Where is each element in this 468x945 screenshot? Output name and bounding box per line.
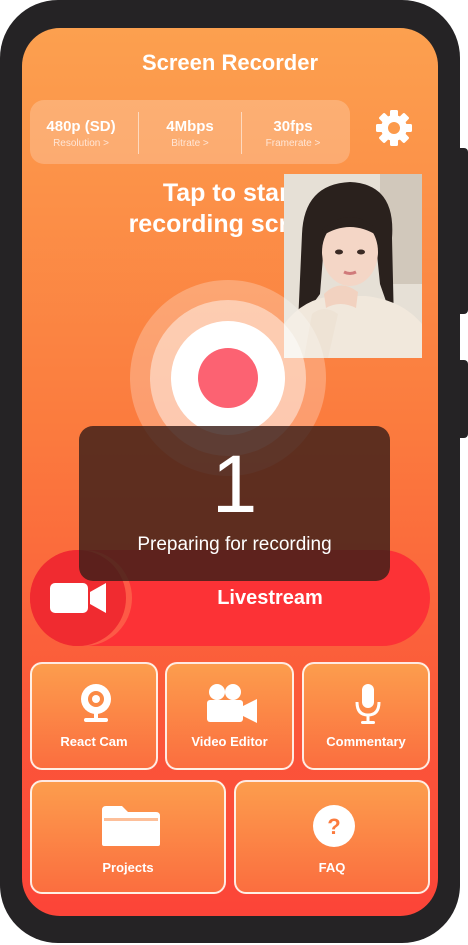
gear-icon[interactable] (374, 108, 414, 148)
app-screen: Screen Recorder 480p (SD) Resolution > 4… (22, 28, 438, 916)
phone-side-button (458, 148, 468, 314)
commentary-label: Commentary (326, 734, 406, 749)
bitrate-label: Bitrate > (171, 138, 209, 149)
webcam-icon (81, 684, 111, 722)
countdown-number: 1 (211, 439, 258, 530)
record-button[interactable] (198, 348, 258, 408)
react-cam-label: React Cam (60, 734, 128, 749)
video-editor-label: Video Editor (191, 734, 268, 749)
resolution-value: 480p (SD) (46, 118, 116, 135)
countdown-overlay: 1 Preparing for recording (79, 426, 390, 581)
svg-text:?: ? (327, 814, 340, 839)
framerate-setting[interactable]: 30fps Framerate > (242, 100, 344, 164)
react-cam-button[interactable]: React Cam (30, 662, 158, 770)
bitrate-setting[interactable]: 4Mbps Bitrate > (139, 100, 241, 164)
microphone-icon (355, 684, 381, 724)
faq-label: FAQ (318, 860, 346, 875)
projects-label: Projects (102, 860, 154, 875)
settings-bar: 480p (SD) Resolution > 4Mbps Bitrate > 3… (30, 100, 350, 164)
resolution-label: Resolution > (53, 138, 109, 149)
movie-camera-icon (207, 684, 257, 723)
question-icon: ? (313, 805, 355, 847)
countdown-message: Preparing for recording (137, 534, 332, 555)
projects-button[interactable]: Projects (30, 780, 226, 894)
faq-button[interactable]: ? FAQ (234, 780, 430, 894)
commentary-button[interactable]: Commentary (302, 662, 430, 770)
app-title: Screen Recorder (141, 50, 319, 75)
framerate-label: Framerate > (265, 138, 321, 149)
folder-icon (102, 806, 160, 846)
framerate-value: 30fps (273, 118, 313, 135)
bitrate-value: 4Mbps (166, 118, 214, 135)
video-editor-button[interactable]: Video Editor (165, 662, 294, 770)
phone-side-button (458, 360, 468, 438)
resolution-setting[interactable]: 480p (SD) Resolution > (30, 100, 132, 164)
